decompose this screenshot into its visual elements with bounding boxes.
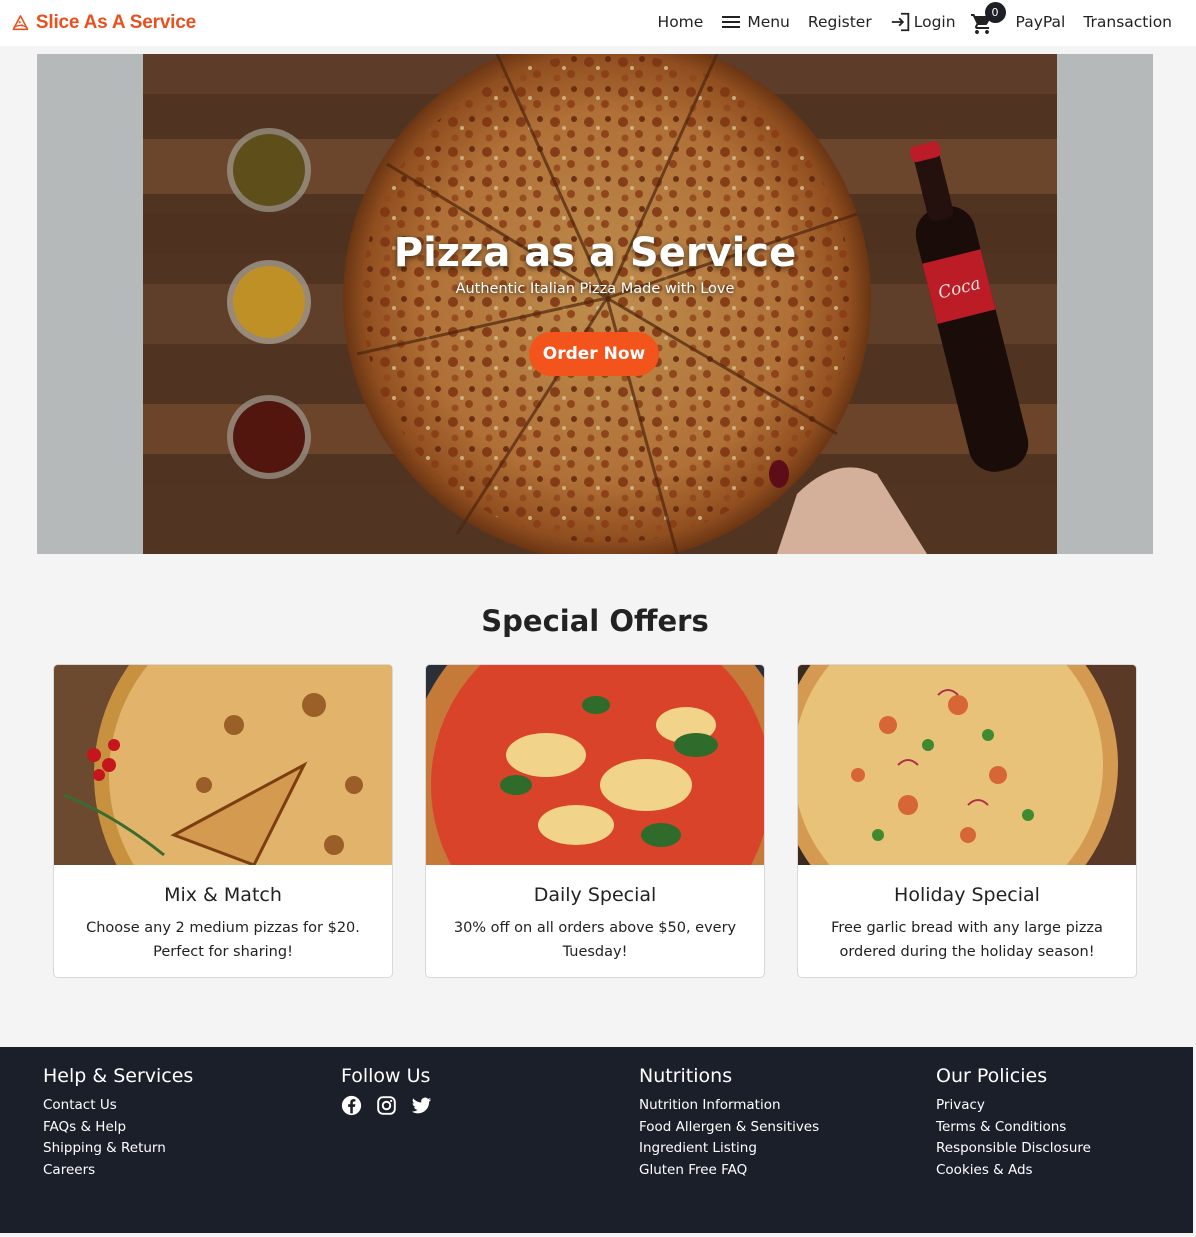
- hero-subtitle: Authentic Italian Pizza Made with Love: [455, 281, 735, 297]
- footer-heading: Follow Us: [341, 1065, 431, 1087]
- footer-link-faqs[interactable]: FAQs & Help: [43, 1117, 193, 1139]
- offer-title: Mix & Match: [164, 884, 282, 906]
- nav-transaction-label: Transaction: [1083, 13, 1172, 31]
- login-icon: [891, 12, 909, 32]
- navbar: Slice As A Service Home Menu Register Lo…: [0, 0, 1196, 46]
- facebook-icon[interactable]: [341, 1095, 362, 1116]
- offer-image-mix-match: [54, 665, 392, 865]
- twitter-icon[interactable]: [411, 1095, 432, 1116]
- offer-card-mix-match[interactable]: Mix & Match Choose any 2 medium pizzas f…: [53, 664, 393, 978]
- offer-image-daily-special: [426, 665, 764, 865]
- footer-link-gluten-free-faq[interactable]: Gluten Free FAQ: [639, 1160, 819, 1182]
- nav-login-label: Login: [913, 13, 956, 31]
- hero-pizza-image: Coca: [37, 54, 1153, 554]
- footer-link-privacy[interactable]: Privacy: [936, 1095, 1091, 1117]
- footer-link-careers[interactable]: Careers: [43, 1160, 193, 1182]
- offer-description: Choose any 2 medium pizzas for $20. Perf…: [86, 920, 360, 960]
- footer-link-contact-us[interactable]: Contact Us: [43, 1095, 193, 1117]
- footer-nutritions: Nutritions Nutrition Information Food Al…: [639, 1065, 819, 1181]
- order-now-button[interactable]: Order Now: [529, 332, 659, 376]
- footer-policies: Our Policies Privacy Terms & Conditions …: [936, 1065, 1091, 1181]
- footer-follow-us: Follow Us: [341, 1065, 432, 1116]
- brand-logo[interactable]: Slice As A Service: [8, 6, 196, 40]
- cart-count-badge: 0: [984, 2, 1006, 23]
- nav-menu[interactable]: Menu: [721, 13, 790, 31]
- offer-image-holiday-special: [798, 665, 1136, 865]
- offer-title: Daily Special: [533, 884, 657, 906]
- footer-link-cookies-ads[interactable]: Cookies & Ads: [936, 1160, 1091, 1182]
- cart-button[interactable]: 0: [970, 2, 1006, 34]
- hero-title: Pizza as a Service: [393, 230, 797, 276]
- nav-login[interactable]: Login: [890, 11, 956, 33]
- offer-description: 30% off on all orders above $50, every T…: [453, 920, 737, 960]
- nav-paypal[interactable]: PayPal: [1016, 13, 1066, 31]
- instagram-icon[interactable]: [376, 1095, 397, 1116]
- brand-name: Slice As A Service: [35, 12, 196, 33]
- pizza-slice-icon: [12, 15, 29, 31]
- hero-banner: Coca Pizza as a Service Authentic Italia…: [37, 54, 1153, 554]
- footer-link-responsible-disclosure[interactable]: Responsible Disclosure: [936, 1138, 1091, 1160]
- footer-heading: Our Policies: [936, 1065, 1048, 1087]
- nav-home-label: Home: [657, 13, 704, 31]
- nav-paypal-label: PayPal: [1015, 13, 1066, 31]
- footer-link-nutrition-information[interactable]: Nutrition Information: [639, 1095, 819, 1117]
- social-links: [341, 1095, 432, 1116]
- footer-link-shipping-return[interactable]: Shipping & Return: [43, 1138, 193, 1160]
- footer-heading: Help & Services: [43, 1065, 194, 1087]
- nav-transaction[interactable]: Transaction: [1083, 13, 1172, 31]
- nav-links: Home Menu Register Login 0 PayPal Transa…: [658, 2, 1172, 36]
- offer-description: Free garlic bread with any large pizza o…: [831, 920, 1103, 960]
- footer-link-ingredient-listing[interactable]: Ingredient Listing: [639, 1138, 819, 1160]
- offer-card-holiday-special[interactable]: Holiday Special Free garlic bread with a…: [797, 664, 1137, 978]
- footer-link-food-allergen[interactable]: Food Allergen & Sensitives: [639, 1117, 819, 1139]
- nav-register-label: Register: [807, 13, 872, 31]
- footer: Help & Services Contact Us FAQs & Help S…: [0, 1047, 1193, 1233]
- footer-heading: Nutritions: [639, 1065, 733, 1087]
- special-offers-heading: Special Offers: [481, 604, 709, 638]
- offer-title: Holiday Special: [894, 884, 1040, 906]
- nav-menu-label: Menu: [747, 13, 790, 31]
- nav-home[interactable]: Home: [658, 13, 704, 31]
- nav-register[interactable]: Register: [808, 13, 872, 31]
- footer-help-services: Help & Services Contact Us FAQs & Help S…: [43, 1065, 193, 1181]
- hamburger-icon: [722, 16, 741, 28]
- offer-card-daily-special[interactable]: Daily Special 30% off on all orders abov…: [425, 664, 765, 978]
- footer-link-terms[interactable]: Terms & Conditions: [936, 1117, 1091, 1139]
